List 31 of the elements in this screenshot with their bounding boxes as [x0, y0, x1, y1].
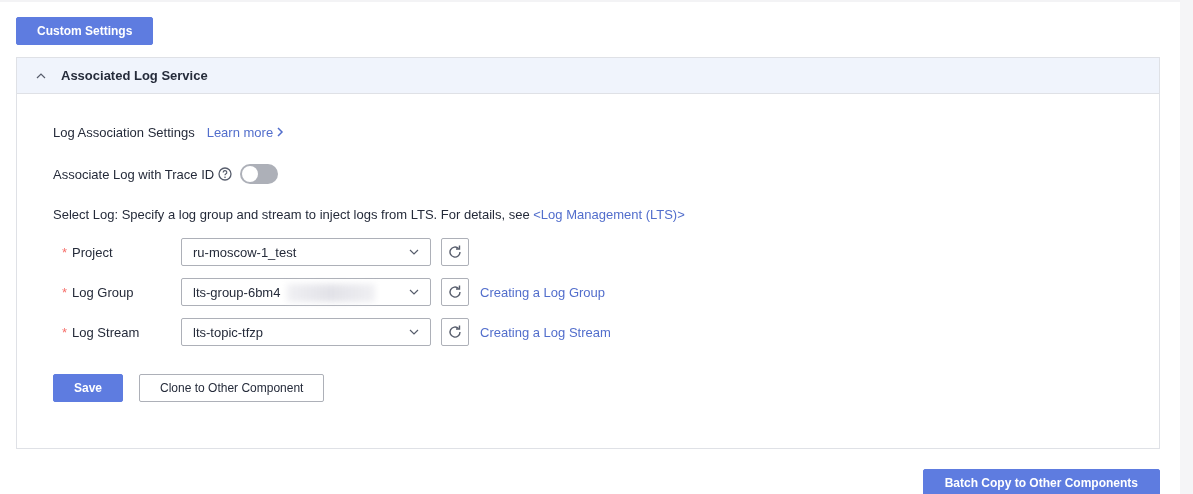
trace-id-toggle[interactable]: [240, 164, 279, 184]
clone-button[interactable]: Clone to Other Component: [139, 374, 325, 402]
refresh-icon: [447, 284, 463, 300]
select-field[interactable]: lts-group-6bm4: [181, 278, 431, 306]
refresh-button[interactable]: [441, 278, 469, 306]
panel-header[interactable]: Associated Log Service: [17, 58, 1159, 94]
chevron-right-icon: [276, 126, 285, 138]
custom-settings-button[interactable]: Custom Settings: [16, 17, 154, 45]
field-label: Project: [72, 244, 113, 260]
create-link[interactable]: Creating a Log Group: [480, 284, 606, 300]
required-mark: *: [62, 284, 68, 300]
select-field[interactable]: lts-topic-tfzp: [181, 318, 431, 346]
refresh-button[interactable]: [441, 238, 469, 266]
select-field[interactable]: ru-moscow-1_test: [181, 238, 431, 266]
panel-title: Associated Log Service: [61, 68, 208, 83]
trace-id-label: Associate Log with Trace ID: [53, 166, 215, 182]
save-button[interactable]: Save: [53, 374, 124, 402]
refresh-button[interactable]: [441, 318, 469, 346]
help-icon: [218, 167, 233, 181]
refresh-icon: [447, 324, 463, 340]
required-mark: *: [62, 324, 68, 340]
refresh-icon: [447, 244, 463, 260]
required-mark: *: [62, 244, 68, 260]
log-management-link[interactable]: <Log Management (LTS)>: [533, 206, 685, 222]
create-link[interactable]: Creating a Log Stream: [480, 324, 611, 340]
learn-more-link[interactable]: Learn more: [206, 124, 285, 140]
settings-label: Log Association Settings: [53, 124, 195, 140]
batch-copy-button[interactable]: Batch Copy to Other Components: [922, 469, 1160, 494]
field-label: Log Stream: [72, 324, 140, 340]
field-label: Log Group: [72, 284, 134, 300]
select-log-description: Select Log: Specify a log group and stream to inject logs from LTS. For details, see <Log Management (LTS)>: [53, 206, 685, 222]
